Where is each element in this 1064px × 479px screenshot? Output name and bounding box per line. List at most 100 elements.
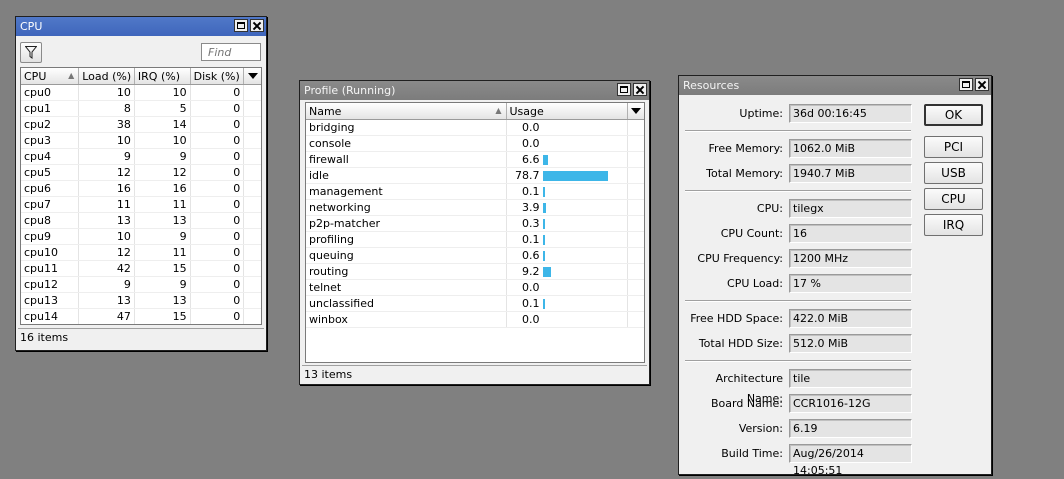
cpu-window-titlebar[interactable]: CPU (16, 17, 266, 36)
field-value[interactable]: 422.0 MiB (789, 309, 912, 328)
usage-cell: 0.0 (506, 119, 628, 136)
table-row[interactable]: cpu5 12 12 0 (21, 164, 261, 181)
filter-button[interactable] (20, 42, 42, 63)
close-button[interactable] (975, 78, 989, 91)
usage-value: 6.6 (522, 152, 540, 166)
load-cell: 10 (78, 228, 135, 245)
load-cell: 21 (79, 325, 135, 326)
table-row[interactable]: firewall 6.6 (306, 151, 644, 168)
resource-row: Total Memory: 1940.7 MiB (683, 164, 923, 184)
table-row[interactable]: console 0.0 (306, 135, 644, 152)
load-cell: 13 (78, 212, 135, 229)
table-row[interactable]: cpu2 38 14 0 (21, 116, 261, 133)
profile-name-cell: unclassified (306, 295, 507, 312)
irq-button[interactable]: IRQ (924, 214, 983, 236)
table-row[interactable]: cpu9 10 9 0 (21, 228, 261, 245)
pci-button[interactable]: PCI (924, 136, 983, 158)
field-value[interactable]: 17 % (789, 274, 912, 293)
field-value[interactable]: 36d 00:16:45 (789, 104, 912, 123)
table-row[interactable]: unclassified 0.1 (306, 295, 644, 312)
field-label: Free HDD Space: (690, 312, 783, 325)
usage-value: 0.0 (522, 136, 540, 150)
profile-name-cell: winbox (306, 311, 507, 328)
irq-cell: 14 (134, 116, 191, 133)
column-header-load[interactable]: Load (%) (78, 68, 135, 85)
profile-window-titlebar[interactable]: Profile (Running) (300, 81, 649, 100)
table-row[interactable]: cpu1521190 (21, 325, 261, 326)
table-row[interactable]: cpu3 10 10 0 (21, 132, 261, 149)
close-button[interactable] (633, 83, 647, 96)
cpu-name-cell: cpu1 (21, 100, 80, 117)
resource-row: CPU Count: 16 (683, 224, 923, 244)
table-row[interactable]: cpu14 47 15 0 (21, 308, 261, 324)
cpu-name-cell: cpu5 (21, 164, 80, 181)
field-value[interactable]: 6.19 (789, 419, 912, 438)
field-value[interactable]: 512.0 MiB (789, 334, 912, 353)
table-row[interactable]: management 0.1 (306, 183, 644, 200)
table-row[interactable]: cpu1 8 5 0 (21, 100, 261, 117)
maximize-button[interactable] (959, 78, 973, 91)
table-row[interactable]: bridging 0.0 (306, 119, 644, 136)
field-value[interactable]: Aug/26/2014 14:05:51 (789, 444, 912, 477)
maximize-button[interactable] (617, 83, 631, 96)
table-row[interactable]: cpu6 16 16 0 (21, 180, 261, 197)
row-filler (627, 279, 644, 296)
table-row[interactable]: networking 3.9 (306, 199, 644, 216)
close-button[interactable] (250, 19, 264, 32)
table-row[interactable]: queuing 0.6 (306, 247, 644, 264)
usb-button[interactable]: USB (924, 162, 983, 184)
table-row[interactable]: cpu10 12 11 0 (21, 244, 261, 261)
row-filler (627, 151, 644, 168)
load-cell: 13 (78, 292, 135, 309)
table-row[interactable]: routing 9.2 (306, 263, 644, 280)
resources-window-titlebar[interactable]: Resources (679, 76, 991, 95)
maximize-button[interactable] (234, 19, 248, 32)
irq-cell: 16 (134, 180, 191, 197)
usage-bar (542, 155, 548, 165)
table-row[interactable]: p2p-matcher 0.3 (306, 215, 644, 232)
column-menu-dropdown[interactable] (627, 103, 644, 120)
row-filler (627, 263, 644, 280)
ok-button[interactable]: OK (924, 104, 983, 126)
table-row[interactable]: cpu0 10 10 0 (21, 84, 261, 101)
table-row[interactable]: cpu12 9 9 0 (21, 276, 261, 293)
cpu-button[interactable]: CPU (924, 188, 983, 210)
table-row[interactable]: idle 78.7 (306, 167, 644, 184)
field-value[interactable]: tilegx (789, 199, 912, 218)
cpu-name-cell: cpu12 (21, 276, 80, 293)
resource-row: Uptime: 36d 00:16:45 (683, 104, 923, 124)
usage-bar (542, 251, 545, 261)
field-value[interactable]: tile (789, 369, 912, 388)
column-header-disk[interactable]: Disk (%) (190, 68, 245, 85)
usage-value: 0.6 (522, 248, 540, 262)
table-row[interactable]: winbox 0.0 (306, 311, 644, 328)
column-header-cpu[interactable]: CPU ▲ (21, 68, 80, 85)
column-header-usage[interactable]: Usage (506, 103, 628, 120)
irq-cell: 10 (134, 84, 191, 101)
table-row[interactable]: telnet 0.0 (306, 279, 644, 296)
profile-name-cell: console (306, 135, 507, 152)
table-row[interactable]: profiling 0.1 (306, 231, 644, 248)
table-row[interactable]: cpu13 13 13 0 (21, 292, 261, 309)
profile-window: Profile (Running) Name ▲ Usage bridging 0.… (299, 80, 650, 385)
field-value[interactable]: 16 (789, 224, 912, 243)
row-filler (627, 167, 644, 184)
field-label: CPU Load: (727, 277, 783, 290)
cpu-name-cell: cpu9 (21, 228, 80, 245)
status-bar: 16 items (18, 328, 264, 346)
filter-icon (25, 46, 37, 59)
column-header-irq[interactable]: IRQ (%) (134, 68, 191, 85)
column-header-name[interactable]: Name ▲ (306, 103, 507, 120)
table-row[interactable]: cpu7 11 11 0 (21, 196, 261, 213)
field-value[interactable]: 1062.0 MiB (789, 139, 912, 158)
disk-cell: 0 (190, 308, 245, 324)
column-menu-dropdown[interactable] (243, 68, 261, 85)
table-row[interactable]: cpu8 13 13 0 (21, 212, 261, 229)
usage-value: 3.9 (522, 200, 540, 214)
field-value[interactable]: 1940.7 MiB (789, 164, 912, 183)
table-row[interactable]: cpu4 9 9 0 (21, 148, 261, 165)
find-input[interactable] (201, 43, 261, 61)
field-value[interactable]: 1200 MHz (789, 249, 912, 268)
field-value[interactable]: CCR1016-12G (789, 394, 912, 413)
table-row[interactable]: cpu11 42 15 0 (21, 260, 261, 277)
